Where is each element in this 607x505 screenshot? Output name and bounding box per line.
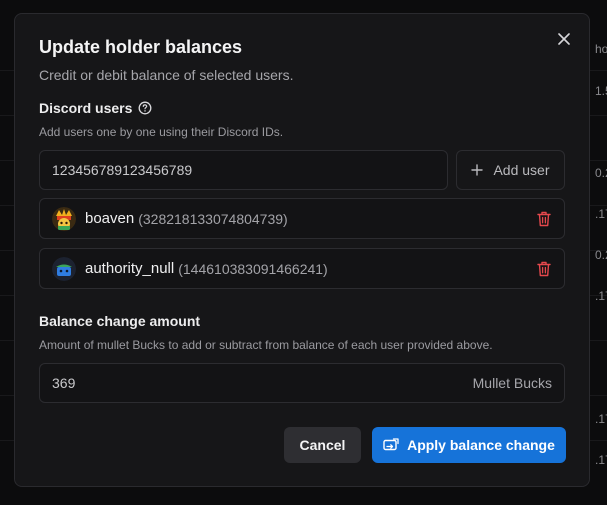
background-cell: .17 bbox=[595, 453, 607, 467]
remove-user-button[interactable] bbox=[537, 211, 551, 227]
trash-icon bbox=[537, 261, 551, 277]
currency-unit-label: Mullet Bucks bbox=[472, 375, 552, 391]
add-user-button[interactable]: Add user bbox=[456, 150, 565, 190]
update-balances-dialog: Update holder balances Credit or debit b… bbox=[14, 13, 590, 487]
user-avatar bbox=[52, 206, 76, 231]
balance-transfer-icon bbox=[383, 438, 399, 451]
apply-balance-change-button[interactable]: Apply balance change bbox=[372, 427, 566, 463]
plus-icon bbox=[471, 164, 484, 176]
background-cell: .17 bbox=[595, 412, 607, 426]
discord-users-label-text: Discord users bbox=[39, 100, 133, 116]
user-discord-id: (328218133074804739) bbox=[138, 210, 288, 227]
balance-change-description: Amount of mullet Bucks to add or subtrac… bbox=[39, 338, 493, 352]
dialog-title: Update holder balances bbox=[39, 37, 243, 57]
background-cell: .17 bbox=[595, 207, 607, 221]
background-cell: 1.5 bbox=[595, 84, 607, 98]
apply-balance-change-label: Apply balance change bbox=[407, 437, 555, 453]
balance-amount-value: 369 bbox=[52, 375, 76, 391]
help-icon[interactable] bbox=[138, 101, 152, 115]
user-discord-id: (144610383091466241) bbox=[178, 260, 328, 277]
background-cell: .17 bbox=[595, 289, 607, 303]
user-name: authority_null bbox=[85, 260, 175, 277]
balance-change-label-text: Balance change amount bbox=[39, 313, 201, 329]
remove-user-button[interactable] bbox=[537, 261, 551, 277]
user-row: authority_null (144610383091466241) bbox=[39, 248, 565, 289]
close-icon bbox=[558, 33, 570, 45]
user-avatar bbox=[52, 256, 76, 281]
balance-amount-input[interactable]: 369 Mullet Bucks bbox=[39, 363, 565, 403]
discord-id-input[interactable]: 123456789123456789 bbox=[39, 150, 448, 190]
discord-users-description: Add users one by one using their Discord… bbox=[39, 125, 284, 139]
trash-icon bbox=[537, 211, 551, 227]
user-name: boaven bbox=[85, 210, 135, 227]
balance-change-label: Balance change amount bbox=[39, 313, 200, 329]
add-user-label: Add user bbox=[493, 162, 550, 178]
background-cell: 0.2 bbox=[595, 248, 607, 262]
cancel-button[interactable]: Cancel bbox=[284, 427, 361, 463]
background-cell: 0.2 bbox=[595, 166, 607, 180]
discord-users-label: Discord users bbox=[39, 100, 152, 116]
close-button[interactable] bbox=[555, 30, 573, 48]
cancel-label: Cancel bbox=[299, 437, 346, 453]
user-row: boaven (328218133074804739) bbox=[39, 198, 565, 239]
background-column-header: ho bbox=[595, 42, 607, 56]
discord-id-input-value: 123456789123456789 bbox=[52, 162, 193, 178]
dialog-subtitle: Credit or debit balance of selected user… bbox=[39, 67, 294, 83]
